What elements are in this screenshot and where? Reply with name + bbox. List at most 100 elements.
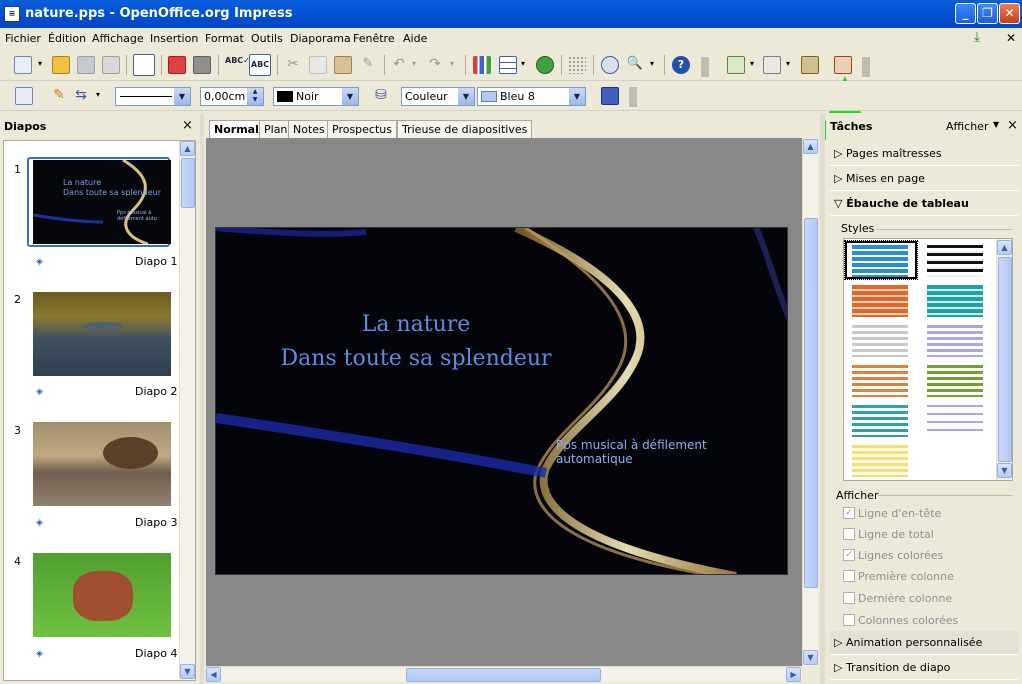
zoom-icon[interactable]: 🔍	[626, 56, 644, 74]
close-slides-pane-button[interactable]: ×	[182, 118, 193, 133]
menu-format[interactable]: Format	[205, 32, 244, 45]
option-checkbox[interactable]	[843, 528, 855, 540]
area-color-select[interactable]: Bleu 8 ▼	[477, 87, 586, 106]
section-layouts[interactable]: ▷ Mises en page	[830, 167, 1018, 191]
email-icon[interactable]	[102, 56, 120, 74]
copy-icon[interactable]	[309, 56, 327, 74]
close-document-button[interactable]: ✕	[1006, 31, 1016, 45]
table-style-cyan[interactable]	[852, 405, 908, 437]
menu-fichier[interactable]: Fichier	[5, 32, 41, 45]
save-icon[interactable]	[77, 56, 95, 74]
edit-file-icon[interactable]	[133, 54, 155, 76]
option-checkbox[interactable]: ✓	[843, 507, 855, 519]
slide-thumb-4[interactable]	[33, 553, 171, 637]
scroll-up-icon[interactable]: ▲	[997, 240, 1012, 255]
table-style-black[interactable]	[927, 245, 983, 277]
slide-title[interactable]: La nature Dans toute sa splendeur	[216, 308, 616, 376]
redo-dropdown-icon[interactable]: ▾	[450, 59, 454, 68]
new-document-icon[interactable]	[14, 56, 32, 74]
redo-icon[interactable]: ↷	[426, 56, 444, 74]
slideshow-icon[interactable]	[834, 56, 852, 74]
option-checkbox[interactable]: ✓	[843, 549, 855, 561]
scroll-thumb[interactable]	[998, 257, 1012, 462]
toolbar-overflow-icon-3[interactable]	[629, 87, 637, 107]
scroll-thumb[interactable]	[804, 218, 818, 588]
download-update-icon[interactable]: ⤓	[968, 29, 986, 47]
slide-dropdown-icon[interactable]: ▾	[750, 59, 754, 68]
table-dropdown-icon[interactable]: ▾	[521, 59, 525, 68]
area-style-select[interactable]: Couleur ▼	[401, 87, 475, 106]
menu-outils[interactable]: Outils	[251, 32, 283, 45]
restore-button[interactable]: ❐	[977, 3, 998, 24]
fill-bucket-icon[interactable]: ⛁	[372, 87, 390, 105]
arrow-style-dropdown-icon[interactable]: ▾	[96, 90, 100, 99]
chevron-down-icon[interactable]: ▼	[993, 120, 999, 129]
table-style-yellow[interactable]	[852, 445, 908, 477]
table-style-orange[interactable]	[852, 285, 908, 317]
minimize-button[interactable]: _	[955, 3, 976, 24]
scroll-down-icon[interactable]: ▼	[180, 664, 195, 679]
section-custom-animation[interactable]: ▷ Animation personnalisée	[830, 631, 1018, 655]
scroll-down-icon[interactable]: ▼	[803, 650, 818, 665]
menu-fenetre[interactable]: Fenêtre	[353, 32, 395, 45]
print-icon[interactable]	[193, 56, 211, 74]
slide-thumb-3[interactable]	[33, 422, 171, 506]
tab-slide-sorter[interactable]: Trieuse de diapositives	[397, 120, 533, 138]
help-icon[interactable]: ?	[672, 56, 690, 74]
menu-affichage[interactable]: Affichage	[92, 32, 144, 45]
new-slide-icon[interactable]	[727, 56, 745, 74]
menu-diaporama[interactable]: Diaporama	[290, 32, 351, 45]
format-paintbrush-icon[interactable]: ✎	[359, 56, 377, 74]
styles-icon[interactable]	[15, 87, 33, 105]
layout-dropdown-icon[interactable]: ▾	[786, 59, 790, 68]
section-table-design[interactable]: ▽ Ébauche de tableau	[830, 192, 1018, 216]
autospellcheck-icon[interactable]: ABC	[249, 54, 271, 76]
table-style-blue[interactable]	[852, 245, 908, 277]
toolbar-overflow-icon[interactable]	[701, 57, 709, 77]
tab-notes[interactable]: Notes	[288, 120, 330, 138]
menu-insertion[interactable]: Insertion	[150, 32, 198, 45]
scroll-right-icon[interactable]: ▶	[786, 667, 801, 682]
navigator-globe-icon[interactable]	[536, 56, 554, 74]
table-style-orange-light[interactable]	[852, 365, 908, 397]
zoom-dropdown-icon[interactable]: ▾	[650, 59, 654, 68]
paste-icon[interactable]	[334, 56, 352, 74]
tasks-view-menu[interactable]: Afficher	[946, 120, 988, 133]
open-folder-icon[interactable]	[52, 56, 70, 74]
slide-subtitle[interactable]: Pps musical à défilement automatique	[556, 438, 787, 466]
menu-aide[interactable]: Aide	[403, 32, 427, 45]
tab-normal[interactable]: Normal	[209, 120, 264, 139]
navigator-compass-icon[interactable]	[601, 56, 619, 74]
scroll-thumb[interactable]	[181, 158, 195, 208]
line-width-field[interactable]: 0,00cm ▲ ▼	[200, 87, 264, 106]
table-style-gray[interactable]	[852, 325, 908, 357]
undo-icon[interactable]: ↶	[390, 56, 408, 74]
new-dropdown-icon[interactable]: ▾	[38, 59, 42, 68]
close-tasks-pane-button[interactable]: ×	[1007, 118, 1018, 133]
edit-vertical-scrollbar[interactable]: ▲ ▼	[802, 138, 818, 666]
spellcheck-icon[interactable]: ABC✓	[225, 56, 250, 74]
line-tool-icon[interactable]: ✎	[50, 87, 68, 105]
section-master-pages[interactable]: ▷ Pages maîtresses	[830, 142, 1018, 166]
option-checkbox[interactable]	[843, 614, 855, 626]
menu-edition[interactable]: Édition	[48, 32, 86, 45]
styles-scrollbar[interactable]: ▲ ▼	[996, 239, 1012, 480]
table-icon[interactable]	[499, 56, 517, 74]
slide-thumb-1[interactable]: La nature Dans toute sa splendeur Pps mus…	[33, 160, 171, 244]
undo-dropdown-icon[interactable]: ▾	[412, 59, 416, 68]
scroll-down-icon[interactable]: ▼	[997, 463, 1012, 478]
table-style-lavender[interactable]	[927, 325, 983, 357]
slide-thumb-2[interactable]	[33, 292, 171, 376]
shadow-icon[interactable]	[601, 87, 619, 105]
slides-scrollbar[interactable]: ▲ ▼	[179, 141, 195, 680]
edit-horizontal-scrollbar[interactable]: ◀ ▶	[206, 666, 802, 682]
export-pdf-icon[interactable]	[168, 56, 186, 74]
right-splitter[interactable]	[820, 113, 825, 684]
scroll-thumb[interactable]	[406, 668, 601, 682]
grid-icon[interactable]	[568, 56, 586, 74]
toolbar-overflow-icon-2[interactable]	[862, 57, 870, 77]
table-style-green[interactable]	[927, 365, 983, 397]
current-slide[interactable]: La nature Dans toute sa splendeur Pps mu…	[215, 227, 788, 575]
chart-icon[interactable]	[473, 56, 491, 74]
tab-prospectus[interactable]: Prospectus	[327, 120, 397, 138]
